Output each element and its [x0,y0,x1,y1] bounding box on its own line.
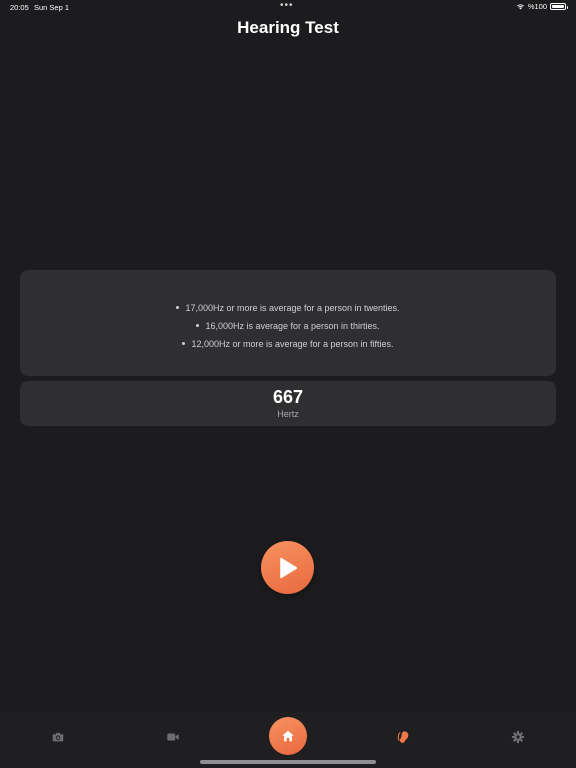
info-bullet-text: 12,000Hz or more is average for a person… [191,339,394,349]
ear-icon [397,731,409,743]
info-bullet: 16,000Hz is average for a person in thir… [20,317,556,335]
info-bullet-text: 17,000Hz or more is average for a person… [185,303,400,313]
info-card: 17,000Hz or more is average for a person… [20,270,556,376]
tab-hearing[interactable] [388,722,418,752]
status-time: 20:05 [10,3,29,12]
info-bullet: 12,000Hz or more is average for a person… [20,335,556,353]
wifi-icon [516,4,524,10]
bullet-dot [176,306,180,310]
camera-icon [52,732,64,742]
info-bullet: 17,000Hz or more is average for a person… [20,299,556,317]
play-button[interactable] [261,541,314,594]
tab-home[interactable] [269,717,307,755]
frequency-card: 667 Hertz [20,381,556,426]
battery-icon [550,3,568,10]
battery-fill [552,5,564,8]
info-bullet-text: 16,000Hz is average for a person in thir… [205,321,380,331]
tab-video[interactable] [158,722,188,752]
battery-percentage: %100 [527,2,547,11]
tab-settings[interactable] [503,722,533,752]
status-bar: 20:05 Sun Sep 1 ••• %100 [0,0,576,16]
status-indicators: %100 [516,2,568,11]
home-icon [282,730,294,742]
multitasking-dots-icon[interactable]: ••• [280,0,294,11]
home-indicator[interactable] [200,760,376,764]
video-icon [167,733,179,741]
bullet-dot [196,324,200,328]
tab-camera[interactable] [43,722,73,752]
frequency-value: 667 [272,387,304,407]
bullet-dot [182,342,186,346]
info-bullet-list: 17,000Hz or more is average for a person… [20,299,556,353]
play-icon [279,557,297,578]
page-title: Hearing Test [237,18,339,37]
frequency-unit: Hertz [277,409,299,419]
gear-icon [511,730,525,744]
status-date: Sun Sep 1 [34,3,70,12]
